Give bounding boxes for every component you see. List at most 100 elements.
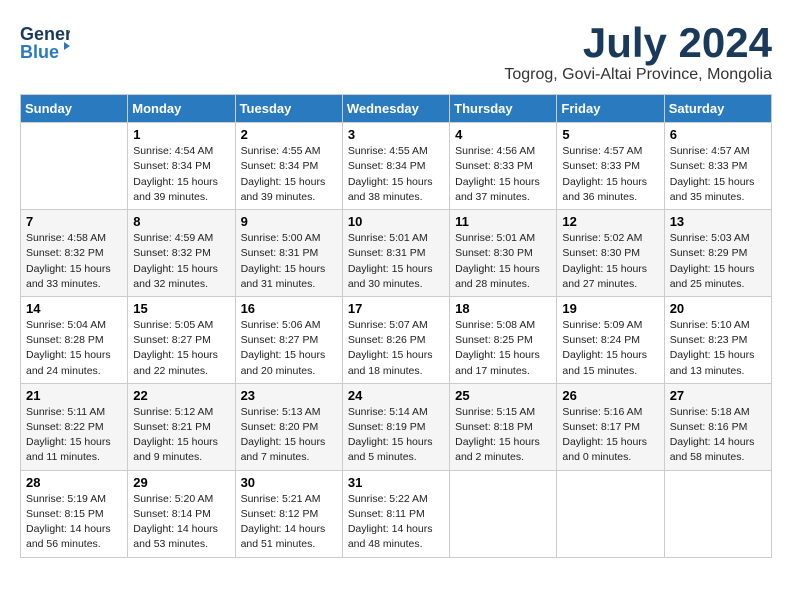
month-title: July 2024 [504, 20, 772, 66]
weekday-header: Tuesday [235, 95, 342, 123]
calendar-cell: 29 Sunrise: 5:20 AM Sunset: 8:14 PM Dayli… [128, 470, 235, 557]
calendar-cell: 13Sunrise: 5:03 AM Sunset: 8:29 PM Dayli… [664, 210, 771, 297]
calendar-cell: 1 Sunrise: 4:54 AM Sunset: 8:34 PM Daylig… [128, 123, 235, 210]
day-info: Sunrise: 5:13 AM Sunset: 8:20 PM Dayligh… [241, 405, 337, 466]
calendar-cell: 14 Sunrise: 5:04 AM Sunset: 8:28 PM Dayli… [21, 296, 128, 383]
weekday-header: Friday [557, 95, 664, 123]
day-number: 21 [26, 388, 122, 403]
day-info: Sunrise: 5:02 AM Sunset: 8:30 PM Dayligh… [562, 231, 658, 292]
weekday-header: Sunday [21, 95, 128, 123]
day-info: Sunrise: 5:04 AM Sunset: 8:28 PM Dayligh… [26, 318, 122, 379]
day-number: 13 [670, 214, 766, 229]
weekday-header: Thursday [450, 95, 557, 123]
location: Togrog, Govi-Altai Province, Mongolia [504, 66, 772, 84]
day-info: Sunrise: 4:54 AM Sunset: 8:34 PM Dayligh… [133, 144, 229, 205]
weekday-header: Saturday [664, 95, 771, 123]
weekday-header: Monday [128, 95, 235, 123]
calendar-week-row: 21Sunrise: 5:11 AM Sunset: 8:22 PM Dayli… [21, 383, 772, 470]
day-info: Sunrise: 5:19 AM Sunset: 8:15 PM Dayligh… [26, 492, 122, 553]
day-number: 9 [241, 214, 337, 229]
day-number: 17 [348, 301, 444, 316]
calendar-header-row: SundayMondayTuesdayWednesdayThursdayFrid… [21, 95, 772, 123]
calendar-cell [664, 470, 771, 557]
calendar-cell: 6 Sunrise: 4:57 AM Sunset: 8:33 PM Daylig… [664, 123, 771, 210]
day-info: Sunrise: 4:56 AM Sunset: 8:33 PM Dayligh… [455, 144, 551, 205]
calendar-week-row: 7 Sunrise: 4:58 AM Sunset: 8:32 PM Daylig… [21, 210, 772, 297]
day-number: 3 [348, 127, 444, 142]
day-number: 10 [348, 214, 444, 229]
logo: General Blue [20, 20, 70, 67]
calendar-table: SundayMondayTuesdayWednesdayThursdayFrid… [20, 94, 772, 557]
calendar-cell: 8Sunrise: 4:59 AM Sunset: 8:32 PM Daylig… [128, 210, 235, 297]
day-number: 14 [26, 301, 122, 316]
calendar-cell [450, 470, 557, 557]
calendar-week-row: 14 Sunrise: 5:04 AM Sunset: 8:28 PM Dayli… [21, 296, 772, 383]
calendar-cell: 10Sunrise: 5:01 AM Sunset: 8:31 PM Dayli… [342, 210, 449, 297]
calendar-cell: 31Sunrise: 5:22 AM Sunset: 8:11 PM Dayli… [342, 470, 449, 557]
day-number: 29 [133, 475, 229, 490]
day-info: Sunrise: 4:58 AM Sunset: 8:32 PM Dayligh… [26, 231, 122, 292]
calendar-cell: 11 Sunrise: 5:01 AM Sunset: 8:30 PM Dayli… [450, 210, 557, 297]
day-number: 18 [455, 301, 551, 316]
calendar-cell: 4 Sunrise: 4:56 AM Sunset: 8:33 PM Daylig… [450, 123, 557, 210]
day-number: 28 [26, 475, 122, 490]
day-info: Sunrise: 5:14 AM Sunset: 8:19 PM Dayligh… [348, 405, 444, 466]
day-info: Sunrise: 5:01 AM Sunset: 8:30 PM Dayligh… [455, 231, 551, 292]
calendar-cell: 17 Sunrise: 5:07 AM Sunset: 8:26 PM Dayli… [342, 296, 449, 383]
calendar-cell: 25 Sunrise: 5:15 AM Sunset: 8:18 PM Dayli… [450, 383, 557, 470]
calendar-cell [557, 470, 664, 557]
day-info: Sunrise: 5:22 AM Sunset: 8:11 PM Dayligh… [348, 492, 444, 553]
logo-icon: General Blue [20, 20, 70, 62]
day-number: 30 [241, 475, 337, 490]
calendar-cell: 26Sunrise: 5:16 AM Sunset: 8:17 PM Dayli… [557, 383, 664, 470]
day-number: 1 [133, 127, 229, 142]
day-number: 22 [133, 388, 229, 403]
day-info: Sunrise: 5:09 AM Sunset: 8:24 PM Dayligh… [562, 318, 658, 379]
calendar-cell: 20Sunrise: 5:10 AM Sunset: 8:23 PM Dayli… [664, 296, 771, 383]
day-number: 23 [241, 388, 337, 403]
calendar-body: 1 Sunrise: 4:54 AM Sunset: 8:34 PM Daylig… [21, 123, 772, 557]
day-number: 4 [455, 127, 551, 142]
day-number: 5 [562, 127, 658, 142]
calendar-week-row: 28 Sunrise: 5:19 AM Sunset: 8:15 PM Dayli… [21, 470, 772, 557]
day-info: Sunrise: 5:15 AM Sunset: 8:18 PM Dayligh… [455, 405, 551, 466]
day-number: 7 [26, 214, 122, 229]
day-info: Sunrise: 5:07 AM Sunset: 8:26 PM Dayligh… [348, 318, 444, 379]
calendar-cell: 18 Sunrise: 5:08 AM Sunset: 8:25 PM Dayli… [450, 296, 557, 383]
day-info: Sunrise: 5:06 AM Sunset: 8:27 PM Dayligh… [241, 318, 337, 379]
calendar-cell: 16Sunrise: 5:06 AM Sunset: 8:27 PM Dayli… [235, 296, 342, 383]
title-block: July 2024 Togrog, Govi-Altai Province, M… [504, 20, 772, 84]
day-info: Sunrise: 5:21 AM Sunset: 8:12 PM Dayligh… [241, 492, 337, 553]
day-number: 15 [133, 301, 229, 316]
day-info: Sunrise: 4:57 AM Sunset: 8:33 PM Dayligh… [670, 144, 766, 205]
day-info: Sunrise: 4:55 AM Sunset: 8:34 PM Dayligh… [241, 144, 337, 205]
calendar-cell: 15Sunrise: 5:05 AM Sunset: 8:27 PM Dayli… [128, 296, 235, 383]
day-number: 27 [670, 388, 766, 403]
calendar-cell: 21Sunrise: 5:11 AM Sunset: 8:22 PM Dayli… [21, 383, 128, 470]
calendar-cell: 2 Sunrise: 4:55 AM Sunset: 8:34 PM Daylig… [235, 123, 342, 210]
day-info: Sunrise: 4:59 AM Sunset: 8:32 PM Dayligh… [133, 231, 229, 292]
day-info: Sunrise: 5:18 AM Sunset: 8:16 PM Dayligh… [670, 405, 766, 466]
day-number: 2 [241, 127, 337, 142]
calendar-cell: 7 Sunrise: 4:58 AM Sunset: 8:32 PM Daylig… [21, 210, 128, 297]
svg-text:Blue: Blue [20, 42, 59, 62]
day-info: Sunrise: 5:20 AM Sunset: 8:14 PM Dayligh… [133, 492, 229, 553]
day-number: 11 [455, 214, 551, 229]
calendar-cell: 12 Sunrise: 5:02 AM Sunset: 8:30 PM Dayli… [557, 210, 664, 297]
calendar-cell: 22 Sunrise: 5:12 AM Sunset: 8:21 PM Dayli… [128, 383, 235, 470]
day-number: 25 [455, 388, 551, 403]
day-info: Sunrise: 4:57 AM Sunset: 8:33 PM Dayligh… [562, 144, 658, 205]
calendar-week-row: 1 Sunrise: 4:54 AM Sunset: 8:34 PM Daylig… [21, 123, 772, 210]
day-number: 12 [562, 214, 658, 229]
day-number: 24 [348, 388, 444, 403]
day-info: Sunrise: 5:10 AM Sunset: 8:23 PM Dayligh… [670, 318, 766, 379]
calendar-cell: 19 Sunrise: 5:09 AM Sunset: 8:24 PM Dayli… [557, 296, 664, 383]
day-info: Sunrise: 5:12 AM Sunset: 8:21 PM Dayligh… [133, 405, 229, 466]
calendar-cell: 3Sunrise: 4:55 AM Sunset: 8:34 PM Daylig… [342, 123, 449, 210]
day-info: Sunrise: 5:08 AM Sunset: 8:25 PM Dayligh… [455, 318, 551, 379]
day-number: 19 [562, 301, 658, 316]
day-number: 6 [670, 127, 766, 142]
calendar-cell: 23 Sunrise: 5:13 AM Sunset: 8:20 PM Dayli… [235, 383, 342, 470]
day-number: 26 [562, 388, 658, 403]
calendar-cell: 27 Sunrise: 5:18 AM Sunset: 8:16 PM Dayli… [664, 383, 771, 470]
